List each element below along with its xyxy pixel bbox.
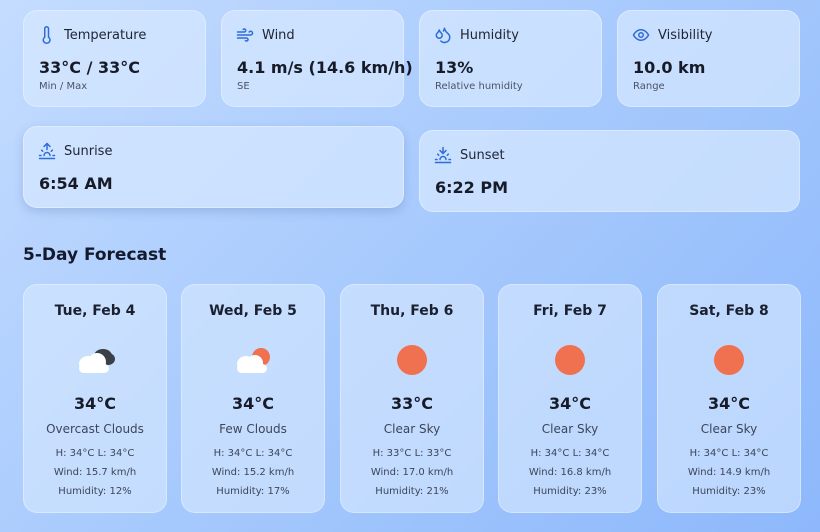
sunrise-icon — [38, 142, 56, 160]
forecast-date: Fri, Feb 7 — [533, 303, 607, 319]
temperature-value: 33°C / 33°C — [39, 58, 140, 77]
eye-icon — [632, 26, 650, 44]
forecast-humidity: Humidity: 21% — [375, 486, 449, 497]
forecast-card: Tue, Feb 4 34°C Overcast Clouds H: 34°C … — [23, 284, 167, 513]
humidity-card: Humidity 13% Relative humidity — [419, 10, 602, 107]
clear-sky-sun-icon — [548, 343, 592, 377]
forecast-desc: Clear Sky — [700, 422, 758, 436]
visibility-sub: Range — [633, 81, 665, 92]
forecast-temp: 34°C — [707, 394, 750, 413]
thermometer-icon — [38, 26, 56, 44]
wind-sub: SE — [237, 81, 250, 92]
overcast-clouds-icon — [73, 343, 117, 377]
sunset-card: Sunset 6:22 PM — [419, 130, 800, 212]
forecast-card: Thu, Feb 6 33°C Clear Sky H: 33°C L: 33°… — [340, 284, 484, 513]
sunset-label: Sunset — [460, 147, 505, 163]
clear-sky-sun-icon — [707, 343, 751, 377]
forecast-temp: 34°C — [231, 394, 274, 413]
wind-value: 4.1 m/s (14.6 km/h) — [237, 58, 413, 77]
temperature-card-header: Temperature — [38, 26, 146, 44]
forecast-temp: 34°C — [548, 394, 591, 413]
humidity-label: Humidity — [460, 27, 519, 43]
humidity-value: 13% — [435, 58, 474, 77]
forecast-wind: Wind: 15.7 km/h — [53, 467, 137, 478]
humidity-sub: Relative humidity — [435, 81, 523, 92]
forecast-desc: Clear Sky — [383, 422, 441, 436]
sunrise-label: Sunrise — [64, 143, 113, 159]
forecast-hilo: H: 34°C L: 34°C — [689, 448, 769, 459]
sunrise-card: Sunrise 6:54 AM — [23, 126, 404, 208]
visibility-value: 10.0 km — [633, 58, 706, 77]
sunset-icon — [434, 146, 452, 164]
wind-card: Wind 4.1 m/s (14.6 km/h) SE — [221, 10, 413, 107]
visibility-card: Visibility 10.0 km Range — [617, 10, 800, 107]
forecast-temp: 33°C — [390, 394, 433, 413]
humidity-card-header: Humidity — [434, 26, 519, 44]
sunset-value: 6:22 PM — [435, 178, 509, 197]
forecast-desc: Clear Sky — [541, 422, 599, 436]
few-clouds-icon — [231, 343, 275, 377]
forecast-wind: Wind: 16.8 km/h — [528, 467, 612, 478]
forecast-humidity: Humidity: 23% — [692, 486, 766, 497]
forecast-wind: Wind: 14.9 km/h — [687, 467, 771, 478]
temperature-label: Temperature — [64, 27, 147, 43]
forecast-desc: Overcast Clouds — [46, 422, 144, 436]
forecast-humidity: Humidity: 12% — [58, 486, 132, 497]
sunset-card-header: Sunset — [434, 146, 505, 164]
temperature-sub: Min / Max — [39, 81, 88, 92]
forecast-hilo: H: 34°C L: 34°C — [55, 448, 135, 459]
forecast-card: Wed, Feb 5 34°C Few Clouds H: 34°C L: 34… — [181, 284, 325, 513]
clear-sky-sun-icon — [390, 343, 434, 377]
visibility-label: Visibility — [658, 27, 713, 43]
forecast-card: Fri, Feb 7 34°C Clear Sky H: 34°C L: 34°… — [498, 284, 642, 513]
forecast-wind: Wind: 17.0 km/h — [370, 467, 454, 478]
forecast-hilo: H: 34°C L: 34°C — [213, 448, 293, 459]
forecast-date: Tue, Feb 4 — [54, 303, 136, 319]
forecast-date: Wed, Feb 5 — [209, 303, 297, 319]
wind-card-header: Wind — [236, 26, 295, 44]
visibility-card-header: Visibility — [632, 26, 712, 44]
forecast-card: Sat, Feb 8 34°C Clear Sky H: 34°C L: 34°… — [657, 284, 801, 513]
wind-icon — [236, 26, 254, 44]
sunrise-value: 6:54 AM — [39, 174, 113, 193]
temperature-card: Temperature 33°C / 33°C Min / Max — [23, 10, 206, 107]
forecast-date: Thu, Feb 6 — [370, 303, 454, 319]
wind-label: Wind — [262, 27, 295, 43]
forecast-hilo: H: 34°C L: 34°C — [530, 448, 610, 459]
droplets-icon — [434, 26, 452, 44]
forecast-date: Sat, Feb 8 — [689, 303, 769, 319]
forecast-humidity: Humidity: 17% — [216, 486, 290, 497]
forecast-hilo: H: 33°C L: 33°C — [372, 448, 452, 459]
forecast-desc: Few Clouds — [219, 422, 287, 436]
forecast-wind: Wind: 15.2 km/h — [211, 467, 295, 478]
forecast-humidity: Humidity: 23% — [533, 486, 607, 497]
forecast-temp: 34°C — [73, 394, 116, 413]
sunrise-card-header: Sunrise — [38, 142, 112, 160]
forecast-title: 5-Day Forecast — [23, 245, 167, 265]
